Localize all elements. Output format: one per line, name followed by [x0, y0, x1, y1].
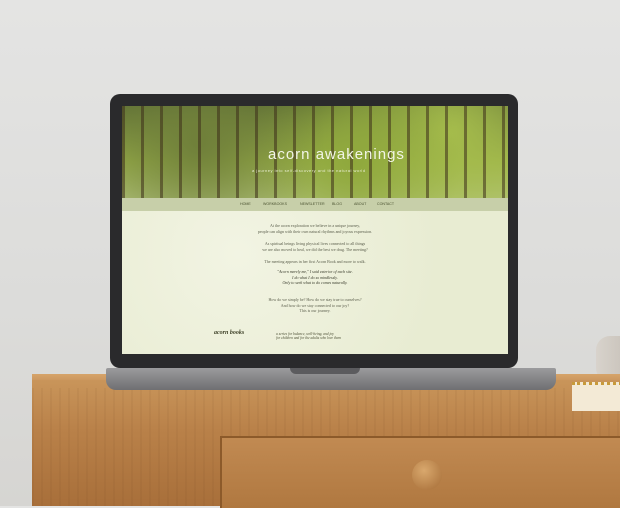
spiral-notebook — [572, 382, 620, 411]
nav-about[interactable]: ABOUT — [354, 202, 366, 206]
closing-text: How do we simply be? How do we stay true… — [122, 297, 508, 314]
quote-line: Only to seek what to do comes naturally. — [282, 280, 348, 286]
text-line: for children and for the adults who love… — [276, 336, 341, 341]
text-line: The meeting appears in her first Acorn B… — [264, 259, 366, 264]
hero-banner: acorn awakenings a journey into self-dis… — [122, 106, 508, 198]
site-title: acorn awakenings — [268, 146, 405, 163]
acorn-books-description: a series for balance, well-being, and jo… — [276, 332, 341, 341]
nav-contact[interactable]: CONTACT — [377, 202, 394, 206]
laptop-notch — [290, 368, 360, 374]
nav-blog[interactable]: BLOG — [332, 202, 342, 206]
nav-workbooks[interactable]: WORKBOOKS — [263, 202, 287, 206]
text-line: people can align with their own natural … — [257, 228, 373, 234]
nav-newsletter[interactable]: NEWSLETTER — [300, 202, 325, 206]
laptop-screen: acorn awakenings a journey into self-dis… — [122, 106, 508, 354]
acorn-books-heading[interactable]: acorn books — [214, 330, 244, 336]
intro-text-3: The meeting appears in her first Acorn B… — [122, 259, 508, 265]
intro-text-2: As spiritual beings living physical live… — [122, 241, 508, 252]
nav-bar: HOME WORKBOOKS NEWSLETTER BLOG ABOUT CON… — [122, 198, 508, 211]
text-line: This is our journey. — [299, 308, 331, 314]
intro-text: At the acorn exploration we believe in a… — [122, 223, 508, 234]
drawer-knob — [412, 460, 442, 490]
quote-block: "Acorn merely me," I said exterior of ea… — [122, 269, 508, 286]
text-line: we are also moved to heal, we did the be… — [262, 246, 368, 252]
site-subtitle: a journey into self-discovery and the na… — [252, 168, 366, 173]
nav-home[interactable]: HOME — [240, 202, 251, 206]
